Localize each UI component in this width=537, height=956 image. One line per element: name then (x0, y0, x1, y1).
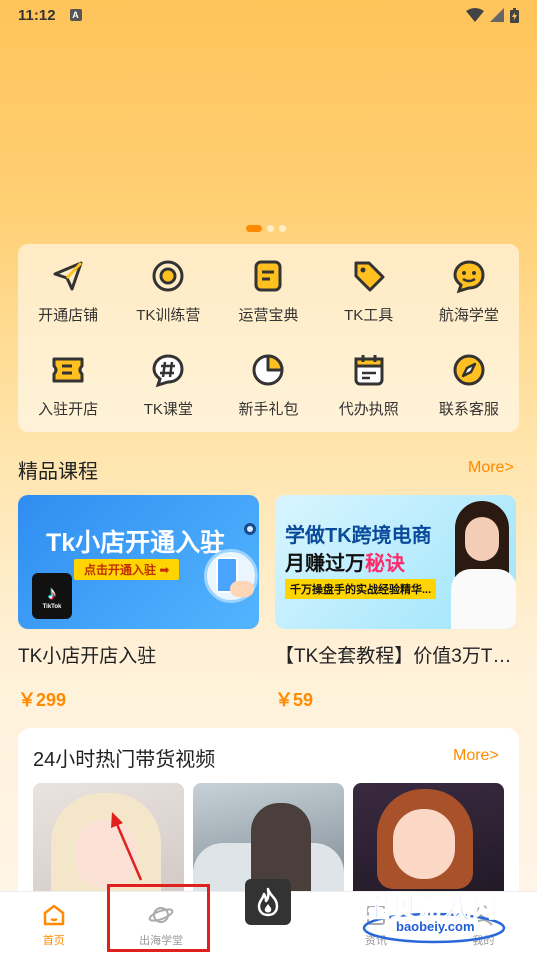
hot-videos-more-link[interactable]: More> (453, 747, 499, 765)
hand-illustration (230, 581, 254, 597)
grid-item-contact-service[interactable]: 联系客服 (419, 338, 519, 432)
course-card[interactable]: 学做TK跨境电商 月赚过万秘诀 千万操盘手的实战经验精华... 【TK全套教程】… (275, 495, 516, 712)
course-banner-subtitle: 千万操盘手的实战经验精华... (285, 579, 437, 599)
tiktok-logo-text: TikTok (42, 603, 62, 610)
video-person-face (75, 819, 137, 889)
grid-item-starter-pack[interactable]: 新手礼包 (218, 338, 318, 432)
grid-item-tk-camp[interactable]: TK训练营 (118, 244, 218, 338)
grid-item-label: TK训练营 (136, 307, 201, 324)
grid-item-license-agent[interactable]: 代办执照 (319, 338, 419, 432)
grid-item-label: 航海学堂 (438, 307, 499, 324)
home-icon (43, 904, 64, 926)
book-icon (254, 260, 282, 292)
presenter-photo (451, 501, 516, 629)
battery-icon (510, 7, 519, 23)
grid-item-label: 新手礼包 (238, 401, 299, 418)
course-price: ￥299 (18, 690, 67, 710)
pie-chart-icon (252, 354, 284, 386)
watermark-url: baobeiy.com (392, 919, 479, 934)
course-thumbnail: 学做TK跨境电商 月赚过万秘诀 千万操盘手的实战经验精华... (275, 495, 516, 629)
course-price: ￥59 (275, 690, 314, 710)
tab-home[interactable]: 首页 (0, 892, 107, 956)
status-time: 11:12 (18, 6, 56, 24)
tab-label: 首页 (42, 935, 65, 947)
flame-icon (257, 887, 279, 917)
grid-item-operation-guide[interactable]: 运营宝典 (218, 244, 318, 338)
ticket-icon (52, 357, 84, 383)
camera-lens-icon (244, 523, 256, 535)
hashtag-icon (152, 354, 184, 388)
course-thumbnail: Tk小店开通入驻 点击开通入驻 ➡ ♪ TikTok (18, 495, 259, 629)
grid-item-label: TK工具 (344, 307, 394, 324)
course-title: 【TK全套教程】价值3万TK… (275, 646, 516, 667)
feature-grid: 开通店铺 TK训练营 运营宝典 TK工具 航海学堂 入驻开店 TK课堂 新手礼包… (18, 244, 519, 432)
course-banner-title-2b: 秘诀 (365, 553, 405, 575)
course-banner-title-2: 月赚过万秘诀 (285, 547, 405, 576)
banner-pagination[interactable] (246, 225, 286, 232)
grid-item-label: 联系客服 (438, 401, 499, 418)
status-bar: 11:12 A (0, 0, 537, 30)
grid-item-tk-tools[interactable]: TK工具 (319, 244, 419, 338)
compass-icon (453, 354, 485, 386)
grid-item-label: 入驻开店 (38, 401, 99, 418)
courses-more-link[interactable]: More> (468, 459, 514, 477)
annotation-highlight-box (107, 884, 210, 952)
course-card[interactable]: Tk小店开通入驻 点击开通入驻 ➡ ♪ TikTok TK小店开店入驻 ￥299 (18, 495, 259, 712)
hot-videos-title: 24小时热门带货视频 (33, 749, 216, 771)
grid-item-label: 代办执照 (338, 401, 399, 418)
presenter-face (465, 517, 499, 561)
tag-icon (354, 261, 385, 292)
tiktok-logo-icon: ♪ TikTok (32, 573, 72, 619)
paper-plane-icon (53, 261, 83, 291)
target-icon (152, 260, 184, 292)
grid-item-label: 开通店铺 (38, 307, 99, 324)
presenter-shirt (451, 569, 516, 629)
notification-badge-icon: A (69, 9, 82, 21)
grid-item-voyage-academy[interactable]: 航海学堂 (419, 244, 519, 338)
video-person-face (393, 809, 455, 879)
courses-section-title: 精品课程 (18, 461, 98, 483)
course-title: TK小店开店入驻 (18, 646, 157, 667)
banner-dot[interactable] (279, 225, 286, 232)
status-icons (466, 7, 519, 23)
calendar-icon (354, 355, 384, 386)
wifi-icon (466, 8, 484, 22)
watermark-logo: 宝贝游戏网 baobeiy.com (358, 888, 510, 948)
banner-dot[interactable] (267, 225, 274, 232)
course-banner-title: Tk小店开通入驻 (46, 529, 226, 557)
banner-dot-active[interactable] (246, 225, 262, 232)
grid-item-settle-in[interactable]: 入驻开店 (18, 338, 118, 432)
chat-smile-icon (453, 260, 485, 294)
center-action-button[interactable] (245, 879, 291, 925)
grid-item-tk-class[interactable]: TK课堂 (118, 338, 218, 432)
course-banner-title-2a: 月赚过万 (285, 553, 365, 575)
grid-item-label: 运营宝典 (238, 307, 299, 324)
course-banner-subtitle: 点击开通入驻 ➡ (74, 559, 180, 580)
course-banner-title: 学做TK跨境电商 (285, 525, 432, 547)
signal-icon (490, 8, 504, 22)
grid-item-label: TK课堂 (143, 401, 193, 418)
grid-item-open-store[interactable]: 开通店铺 (18, 244, 118, 338)
